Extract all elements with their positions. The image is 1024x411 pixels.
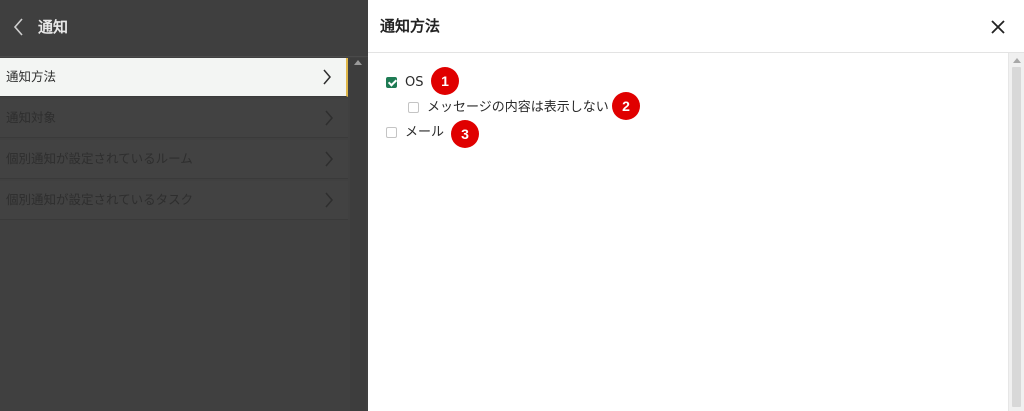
- dialog-scrollbar[interactable]: [1008, 53, 1024, 411]
- mail-checkbox[interactable]: [386, 127, 397, 138]
- settings-header: 通知: [0, 0, 368, 57]
- chevron-right-icon: [324, 150, 334, 168]
- menu-item-label: 通知対象: [6, 110, 57, 125]
- annotation-badge-2: 2: [612, 92, 640, 120]
- scrollbar-thumb[interactable]: [1012, 67, 1021, 407]
- annotation-badge-3: 3: [451, 120, 479, 148]
- os-checkbox[interactable]: [386, 77, 397, 88]
- menu-item-notification-target[interactable]: 通知対象: [0, 99, 348, 138]
- settings-panel: 通知 通知方法 通知対象 個別通知が設定されているルーム 個別通知が設定されてい…: [0, 0, 368, 411]
- dialog-body: OS 1 メッセージの内容は表示しない 2 メール 3: [368, 53, 1008, 411]
- menu-item-task-notifications[interactable]: 個別通知が設定されているタスク: [0, 181, 348, 220]
- os-label: OS: [405, 75, 424, 90]
- menu-item-label: 個別通知が設定されているルーム: [6, 151, 193, 166]
- chevron-right-icon: [322, 68, 332, 86]
- menu-item-label: 通知方法: [6, 69, 57, 84]
- dialog-header: 通知方法: [368, 0, 1024, 53]
- hide-message-content-checkbox[interactable]: [408, 102, 419, 113]
- menu-item-room-notifications[interactable]: 個別通知が設定されているルーム: [0, 140, 348, 179]
- menu-item-notification-method[interactable]: 通知方法: [0, 58, 348, 97]
- settings-title: 通知: [38, 18, 69, 36]
- dialog-title: 通知方法: [380, 17, 441, 35]
- os-option[interactable]: OS: [386, 73, 426, 93]
- chevron-right-icon: [324, 109, 334, 127]
- chevron-left-icon[interactable]: [12, 15, 26, 39]
- mail-option[interactable]: メール: [386, 123, 446, 143]
- hide-message-content-label: メッセージの内容は表示しない: [427, 100, 609, 115]
- settings-menu: 通知方法 通知対象 個別通知が設定されているルーム 個別通知が設定されているタス…: [0, 58, 348, 222]
- hide-message-content-option[interactable]: メッセージの内容は表示しない: [408, 98, 609, 118]
- close-icon[interactable]: [991, 19, 1005, 34]
- scroll-up-arrow-icon[interactable]: [354, 60, 362, 65]
- settings-scrollbar[interactable]: [350, 58, 366, 411]
- chevron-right-icon: [324, 191, 334, 209]
- menu-item-label: 個別通知が設定されているタスク: [6, 192, 194, 207]
- annotation-badge-1: 1: [431, 67, 459, 95]
- scroll-up-arrow-icon[interactable]: [1013, 58, 1021, 63]
- notification-method-dialog: 通知方法 OS 1 メッセージの内容は表示しない 2 メール 3: [368, 0, 1024, 411]
- mail-label: メール: [405, 125, 445, 140]
